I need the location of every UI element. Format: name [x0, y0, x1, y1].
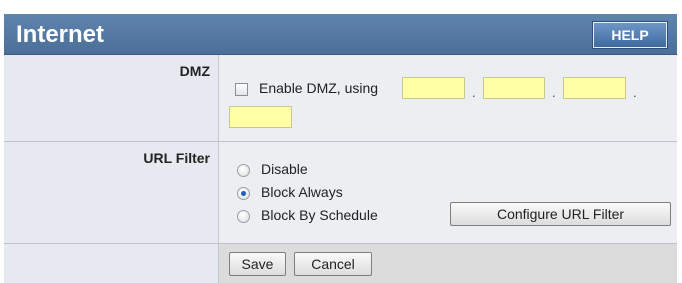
url-filter-row: URL Filter Disable Block Always Block By…: [4, 142, 677, 243]
enable-dmz-checkbox[interactable]: [235, 83, 248, 96]
dmz-ip-octet-3[interactable]: [563, 77, 626, 99]
dmz-ip-octet-2[interactable]: [483, 77, 545, 99]
radio-disable-label: Disable: [261, 161, 308, 177]
dmz-ip-octet-1[interactable]: [402, 77, 465, 99]
save-button[interactable]: Save: [229, 252, 286, 276]
dmz-value-cell: Enable DMZ, using . . .: [219, 55, 677, 141]
page-title: Internet: [16, 21, 105, 48]
radio-block-by-schedule-label: Block By Schedule: [261, 207, 378, 223]
action-value-cell: Save Cancel: [219, 244, 677, 283]
url-filter-label-cell: URL Filter: [4, 142, 219, 243]
url-filter-label: URL Filter: [143, 150, 210, 166]
ip-separator: .: [633, 85, 637, 100]
help-button[interactable]: HELP: [593, 22, 667, 48]
enable-dmz-label: Enable DMZ, using: [259, 80, 379, 96]
url-filter-value-cell: Disable Block Always Block By Schedule C…: [219, 142, 677, 243]
ip-separator: .: [472, 85, 476, 100]
dmz-row: DMZ Enable DMZ, using . . .: [4, 55, 677, 141]
radio-block-by-schedule[interactable]: [237, 210, 250, 223]
cancel-button[interactable]: Cancel: [294, 252, 372, 276]
internet-panel: Internet HELP DMZ Enable DMZ, using . . …: [4, 14, 677, 283]
action-row: Save Cancel: [4, 244, 677, 283]
radio-block-always-label: Block Always: [261, 184, 343, 200]
dmz-ip-octet-4[interactable]: [229, 106, 292, 128]
action-label-cell: [4, 244, 219, 283]
title-bar: Internet HELP: [4, 14, 677, 55]
configure-url-filter-button[interactable]: Configure URL Filter: [450, 202, 671, 226]
radio-block-always[interactable]: [237, 187, 250, 200]
dmz-label-cell: DMZ: [4, 55, 219, 141]
radio-disable[interactable]: [237, 164, 250, 177]
dmz-label: DMZ: [179, 63, 210, 79]
ip-separator: .: [552, 85, 556, 100]
